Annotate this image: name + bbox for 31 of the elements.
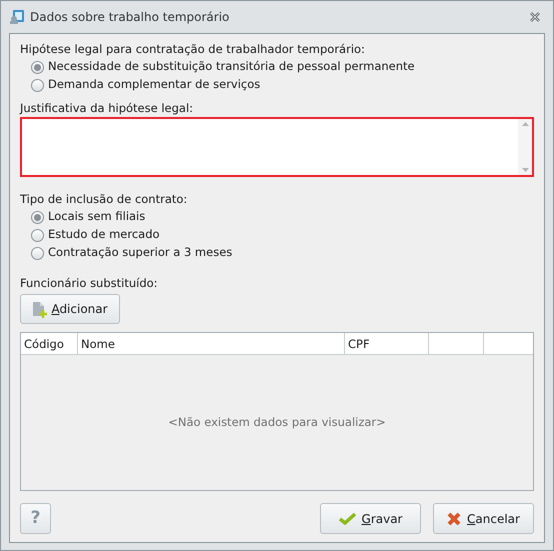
radio-button[interactable]: [31, 60, 44, 74]
add-button[interactable]: Adicionar: [20, 294, 120, 324]
radio-label[interactable]: Necessidade de substituição transitória de pessoal permanente: [48, 58, 415, 76]
section-label: Hipótese legal para contratação de trabalhador temporário:: [20, 41, 366, 58]
section-label: Tipo de inclusão de contrato:: [20, 191, 188, 208]
scroll-up-icon[interactable]: [522, 122, 528, 126]
scrollbar[interactable]: [518, 119, 532, 175]
column-header[interactable]: Nome: [78, 333, 345, 354]
radio-button[interactable]: [31, 228, 44, 242]
radio-button[interactable]: [31, 78, 44, 92]
radio-label[interactable]: Estudo de mercado: [48, 226, 160, 244]
cancel-button[interactable]: Cancelar: [433, 503, 534, 534]
section-label: Justificativa da hipótese legal:: [20, 100, 194, 116]
save-button[interactable]: Gravar: [320, 503, 421, 534]
column-header[interactable]: CPF: [345, 333, 429, 354]
text-area[interactable]: [20, 117, 534, 177]
radio-button[interactable]: [31, 246, 44, 260]
radio-label[interactable]: Demanda complementar de serviços: [48, 76, 260, 94]
cross-icon: [447, 512, 462, 526]
radio-label[interactable]: Contratação superior a 3 meses: [48, 244, 232, 262]
scroll-down-icon[interactable]: [522, 168, 528, 172]
radio-button[interactable]: [31, 210, 44, 224]
close-icon[interactable]: [529, 11, 541, 23]
section-label: Funcionário substituído:: [20, 275, 159, 291]
new-document-icon: [32, 300, 48, 318]
window-icon: [9, 9, 25, 25]
empty-message: <Não existem dados para visualizar>: [168, 414, 386, 431]
checkmark-icon: [338, 512, 356, 525]
radio-label[interactable]: Locais sem filiais: [48, 208, 146, 226]
column-header[interactable]: Código: [21, 333, 78, 354]
window-title: Dados sobre trabalho temporário: [30, 9, 230, 26]
